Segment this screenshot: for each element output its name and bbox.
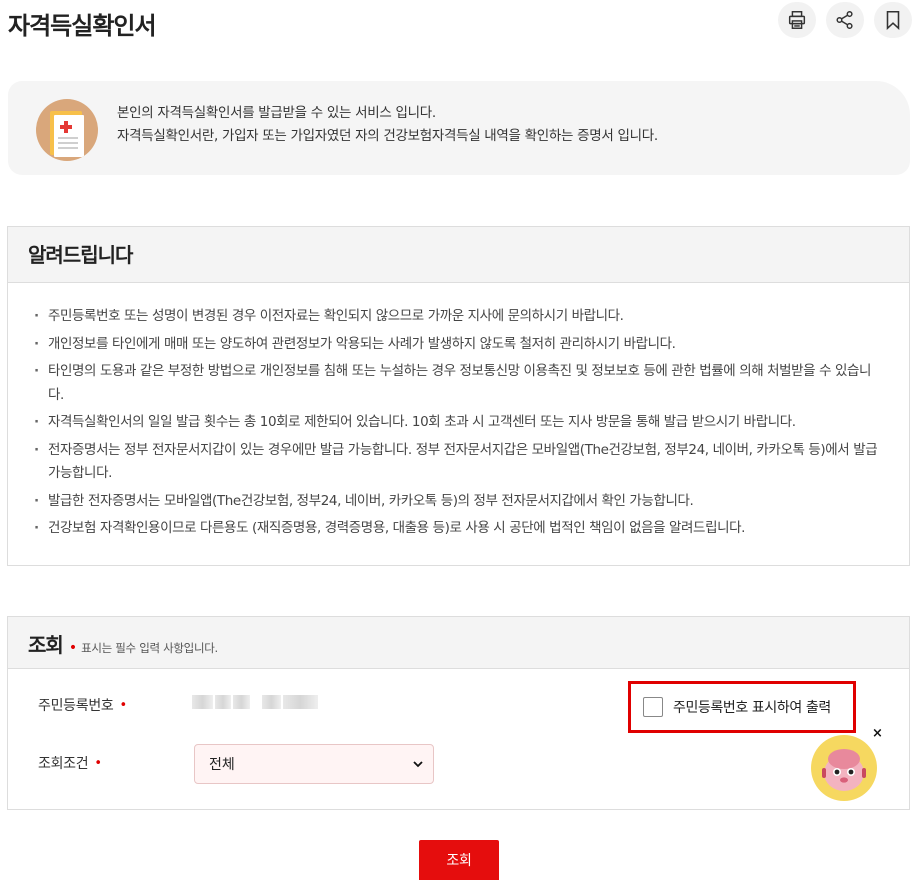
search-header: 조회 • 표시는 필수 입력 사항입니다. bbox=[8, 617, 909, 669]
rrn-label: 주민등록번호 • bbox=[38, 695, 127, 715]
checkbox-label[interactable]: 주민등록번호 표시하여 출력 bbox=[673, 697, 831, 717]
notice-item: 발급한 전자증명서는 모바일앱(The건강보험, 정부24, 네이버, 카카오톡… bbox=[34, 490, 879, 514]
search-form: 조회 • 표시는 필수 입력 사항입니다. 주민등록번호 • 주민등록번호 표시… bbox=[7, 616, 910, 810]
certificate-icon bbox=[36, 99, 98, 161]
share-icon bbox=[836, 11, 853, 29]
page-title: 자격득실확인서 bbox=[8, 12, 157, 40]
print-icon bbox=[788, 11, 806, 29]
required-mark: • bbox=[94, 755, 102, 771]
checkbox-box[interactable] bbox=[643, 697, 663, 717]
search-heading: 조회 bbox=[28, 633, 64, 657]
chevron-down-icon bbox=[413, 761, 423, 768]
intro-text: 본인의 자격득실확인서를 발급받을 수 있는 서비스 입니다. 자격득실확인서란… bbox=[117, 102, 658, 148]
rrn-label-text: 주민등록번호 bbox=[38, 698, 114, 714]
intro-box: 본인의 자격득실확인서를 발급받을 수 있는 서비스 입니다. 자격득실확인서란… bbox=[8, 81, 910, 175]
condition-select[interactable]: 전체 bbox=[194, 744, 434, 784]
notice-heading: 알려드립니다 bbox=[8, 227, 909, 283]
condition-label: 조회조건 • bbox=[38, 753, 102, 773]
notice-box: 알려드립니다 주민등록번호 또는 성명이 변경된 경우 이전자료는 확인되지 않… bbox=[7, 226, 910, 566]
intro-line-1: 본인의 자격득실확인서를 발급받을 수 있는 서비스 입니다. bbox=[117, 105, 436, 121]
bookmark-button[interactable] bbox=[874, 2, 912, 38]
search-submit-button[interactable]: 조회 bbox=[419, 840, 499, 880]
rrn-masked-value bbox=[192, 693, 318, 711]
required-note: 표시는 필수 입력 사항입니다. bbox=[81, 641, 218, 655]
notice-list: 주민등록번호 또는 성명이 변경된 경우 이전자료는 확인되지 않으므로 가까운… bbox=[8, 283, 909, 541]
notice-item: 전자증명서는 정부 전자문서지갑이 있는 경우에만 발급 가능합니다. 정부 전… bbox=[34, 439, 879, 486]
top-actions bbox=[778, 2, 912, 38]
notice-item: 개인정보를 타인에게 매매 또는 양도하여 관련정보가 악용되는 사례가 발생하… bbox=[34, 333, 879, 357]
print-button[interactable] bbox=[778, 2, 816, 38]
notice-item: 주민등록번호 또는 성명이 변경된 경우 이전자료는 확인되지 않으므로 가까운… bbox=[34, 305, 879, 329]
condition-label-text: 조회조건 bbox=[38, 756, 89, 772]
notice-item: 타인명의 도용과 같은 부정한 방법으로 개인정보를 침해 또는 누설하는 경우… bbox=[34, 360, 879, 407]
notice-item: 건강보험 자격확인용이므로 다른용도 (재직증명용, 경력증명용, 대출용 등)… bbox=[34, 517, 879, 541]
intro-line-2: 자격득실확인서란, 가입자 또는 가입자였던 자의 건강보험자격득실 내역을 확… bbox=[117, 128, 658, 144]
share-button[interactable] bbox=[826, 2, 864, 38]
chatbot-mascot-icon[interactable] bbox=[811, 735, 877, 801]
chatbot-close-button[interactable]: × bbox=[872, 726, 883, 741]
condition-selected-value: 전체 bbox=[209, 757, 235, 773]
notice-item: 자격득실확인서의 일일 발급 횟수는 총 10회로 제한되어 있습니다. 10회… bbox=[34, 411, 879, 435]
rrn-display-checkbox[interactable]: 주민등록번호 표시하여 출력 bbox=[628, 681, 856, 733]
required-mark: • bbox=[119, 697, 127, 713]
required-mark: • bbox=[68, 640, 78, 656]
bookmark-icon bbox=[886, 10, 900, 31]
